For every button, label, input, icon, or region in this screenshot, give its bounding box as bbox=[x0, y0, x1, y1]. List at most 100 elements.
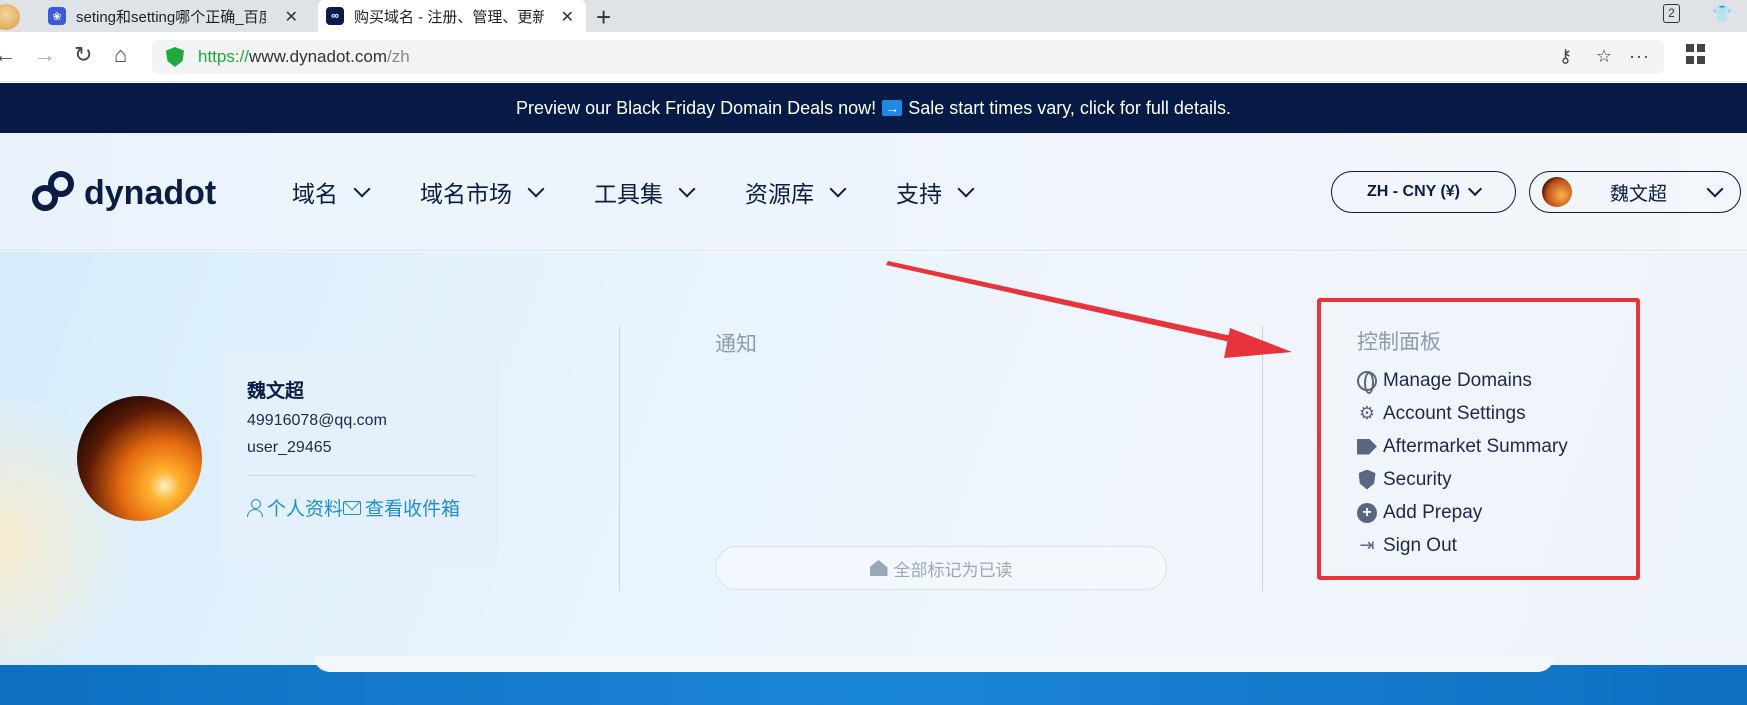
control-panel-title: 控制面板 bbox=[1357, 331, 1441, 354]
gear-icon: ⚙ bbox=[1358, 403, 1376, 423]
dynadot-logo[interactable]: dynadot bbox=[32, 171, 216, 215]
chevron-down-icon bbox=[1467, 181, 1483, 197]
nav-marketplace[interactable]: 域名市场 bbox=[420, 175, 545, 209]
browser-toolbar: ← → ↻ ⌂ https://www.dynadot.com/zh ⚷ ☆ ·… bbox=[0, 32, 1747, 82]
tshirt-icon[interactable]: 👕 bbox=[1712, 4, 1732, 24]
reload-icon[interactable]: ↻ bbox=[74, 42, 92, 68]
promo-banner[interactable]: Preview our Black Friday Domain Deals no… bbox=[0, 83, 1747, 133]
browser-profile-avatar[interactable] bbox=[0, 4, 20, 30]
nav-tools[interactable]: 工具集 bbox=[594, 175, 696, 209]
nav-support[interactable]: 支持 bbox=[896, 175, 975, 209]
divider bbox=[1262, 326, 1263, 591]
control-panel-highlight-box: 控制面板 Manage Domains ⚙ Account Settings A… bbox=[1317, 298, 1640, 580]
address-bar[interactable]: https://www.dynadot.com/zh ⚷ ☆ ··· bbox=[152, 40, 1664, 74]
profile-name: 魏文超 bbox=[247, 381, 305, 402]
menu-item-label: Account Settings bbox=[1383, 402, 1526, 424]
globe-icon bbox=[1357, 370, 1377, 394]
menu-item-manage-domains[interactable]: Manage Domains bbox=[1357, 364, 1568, 397]
chevron-down-icon bbox=[527, 180, 545, 198]
main-nav: 域名 域名市场 工具集 资源库 支持 bbox=[292, 175, 1024, 209]
close-tab-icon[interactable]: ✕ bbox=[285, 7, 298, 27]
plus-circle-icon: + bbox=[1357, 502, 1377, 523]
mark-all-read-label: 全部标记为已读 bbox=[893, 560, 1013, 580]
menu-item-label: Sign Out bbox=[1383, 534, 1457, 556]
browser-tab-dynadot[interactable]: ∞ 购买域名 - 注册、管理、更新 ✕ bbox=[318, 0, 586, 32]
divider bbox=[619, 326, 620, 591]
nav-resources[interactable]: 资源库 bbox=[745, 175, 847, 209]
person-icon bbox=[247, 498, 263, 517]
control-panel-menu: Manage Domains ⚙ Account Settings Afterm… bbox=[1357, 364, 1568, 562]
chevron-down-icon bbox=[829, 180, 847, 198]
nav-domains[interactable]: 域名 bbox=[292, 175, 371, 209]
more-icon[interactable]: ··· bbox=[1629, 46, 1650, 67]
profile-card: 魏文超 49916078@qq.com user_29465 个人资料 查看收件… bbox=[223, 352, 499, 565]
notifications-title: 通知 bbox=[715, 333, 757, 356]
menu-item-account-settings[interactable]: ⚙ Account Settings bbox=[1357, 397, 1568, 430]
nav-label: 资源库 bbox=[745, 181, 814, 207]
arrow-right-icon: → bbox=[882, 100, 903, 116]
forward-arrow-icon[interactable]: → bbox=[34, 42, 56, 68]
language-currency-selector[interactable]: ZH - CNY (¥) bbox=[1331, 171, 1516, 213]
user-menu-button[interactable]: 魏文超 bbox=[1529, 171, 1741, 213]
mark-read-icon bbox=[869, 560, 888, 576]
menu-item-add-prepay[interactable]: + Add Prepay bbox=[1357, 496, 1568, 529]
key-icon[interactable]: ⚷ bbox=[1559, 46, 1572, 67]
close-tab-icon[interactable]: ✕ bbox=[561, 7, 574, 27]
chevron-down-icon bbox=[353, 180, 371, 198]
annotation-arrow-shaft bbox=[886, 261, 1250, 346]
nav-label: 域名 bbox=[292, 181, 338, 207]
profile-link-label: 个人资料 bbox=[267, 499, 344, 520]
browser-tab-strip: ❀ seting和setting哪个正确_百度 ✕ ∞ 购买域名 - 注册、管理… bbox=[0, 0, 1747, 32]
back-arrow-icon[interactable]: ← bbox=[0, 42, 16, 68]
window-count-badge[interactable]: 2 bbox=[1663, 4, 1680, 23]
baidu-paw-icon: ❀ bbox=[48, 7, 66, 25]
inbox-link[interactable]: 查看收件箱 bbox=[343, 494, 460, 521]
browser-tab-baidu[interactable]: ❀ seting和setting哪个正确_百度 ✕ bbox=[48, 0, 310, 32]
inbox-link-label: 查看收件箱 bbox=[365, 499, 461, 520]
menu-item-aftermarket-summary[interactable]: Aftermarket Summary bbox=[1357, 430, 1568, 463]
dynadot-logo-icon: ∞ bbox=[326, 7, 344, 25]
profile-email: 49916078@qq.com bbox=[247, 412, 387, 429]
apps-grid-icon[interactable] bbox=[1686, 44, 1706, 64]
user-menu-name: 魏文超 bbox=[1610, 183, 1668, 205]
mail-icon bbox=[343, 500, 362, 515]
chevron-down-icon bbox=[957, 180, 975, 198]
url-scheme: https:// bbox=[198, 47, 250, 66]
divider bbox=[247, 475, 475, 476]
logo-text: dynadot bbox=[84, 173, 217, 212]
sign-out-icon: ⇥ bbox=[1359, 535, 1375, 555]
url-text[interactable]: https://www.dynadot.com/zh bbox=[198, 47, 410, 67]
url-path: /zh bbox=[386, 47, 410, 66]
shield-icon bbox=[1357, 469, 1377, 490]
nav-label: 支持 bbox=[896, 181, 942, 207]
footer-curve bbox=[314, 656, 1554, 672]
menu-item-security[interactable]: Security bbox=[1357, 463, 1568, 496]
chevron-down-icon bbox=[678, 180, 696, 198]
annotation-arrow bbox=[886, 261, 1292, 358]
tab-title: 购买域名 - 注册、管理、更新 bbox=[354, 8, 544, 26]
new-tab-button[interactable]: + bbox=[596, 2, 611, 33]
dynadot-logo-icon bbox=[32, 171, 76, 215]
mark-all-read-button[interactable]: 全部标记为已读 bbox=[715, 546, 1167, 590]
chevron-down-icon bbox=[1706, 180, 1724, 198]
promo-text: Preview our Black Friday Domain Deals no… bbox=[516, 97, 877, 118]
language-currency-label: ZH - CNY (¥) bbox=[1366, 183, 1461, 200]
avatar bbox=[1542, 177, 1572, 207]
secure-shield-icon bbox=[166, 47, 184, 67]
annotation-arrow-head bbox=[1224, 328, 1292, 358]
menu-item-label: Add Prepay bbox=[1383, 501, 1483, 523]
tab-title: seting和setting哪个正确_百度 bbox=[76, 8, 266, 26]
menu-item-label: Manage Domains bbox=[1383, 369, 1532, 391]
menu-item-sign-out[interactable]: ⇥ Sign Out bbox=[1357, 529, 1568, 562]
profile-link[interactable]: 个人资料 bbox=[247, 494, 343, 521]
menu-item-label: Security bbox=[1383, 468, 1452, 490]
profile-links: 个人资料 查看收件箱 bbox=[247, 494, 475, 521]
url-host: www.dynadot.com bbox=[249, 47, 387, 66]
nav-label: 工具集 bbox=[594, 181, 663, 207]
star-icon[interactable]: ☆ bbox=[1596, 46, 1612, 67]
tags-icon bbox=[1357, 437, 1377, 457]
profile-avatar[interactable] bbox=[77, 396, 202, 521]
home-icon[interactable]: ⌂ bbox=[114, 42, 127, 68]
site-header: dynadot 域名 域名市场 工具集 资源库 支持 ZH - CNY (¥) … bbox=[0, 133, 1747, 251]
nav-label: 域名市场 bbox=[420, 181, 512, 207]
